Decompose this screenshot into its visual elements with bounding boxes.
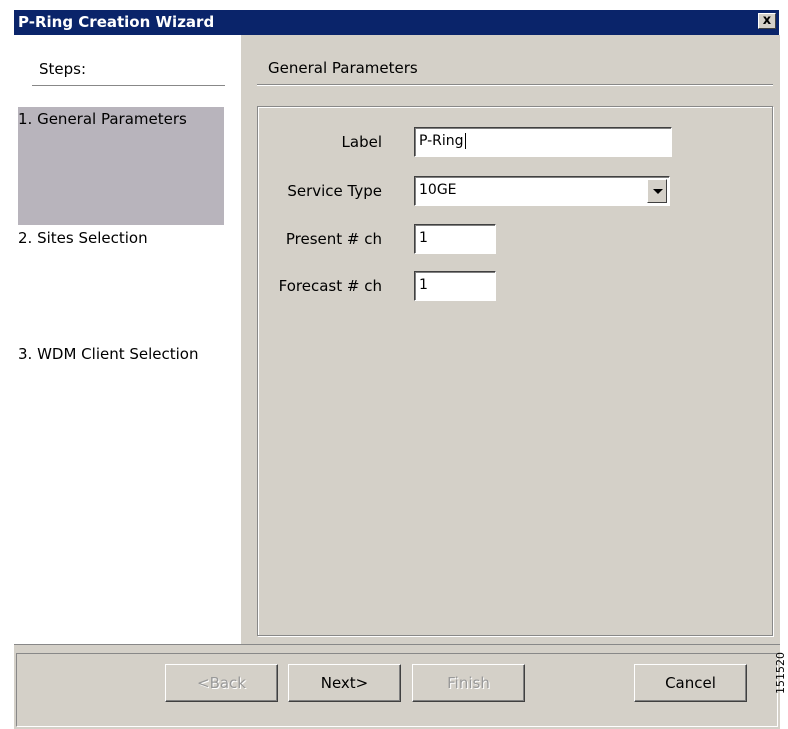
steps-panel: Steps: 1. General Parameters 2. Sites Se… xyxy=(14,35,241,644)
page-title: General Parameters xyxy=(268,59,418,77)
main-panel: General Parameters Label P-Ring Service … xyxy=(241,35,780,644)
chevron-down-icon[interactable] xyxy=(647,179,667,203)
label-input-value: P-Ring xyxy=(419,133,464,149)
step-label: 3. WDM Client Selection xyxy=(18,345,199,363)
title-bar: P-Ring Creation Wizard x xyxy=(14,10,779,35)
forecast-ch-label: Forecast # ch xyxy=(278,277,382,295)
label-field-label: Label xyxy=(341,133,382,151)
close-button[interactable]: x xyxy=(758,13,776,29)
wizard-dialog: Steps: 1. General Parameters 2. Sites Se… xyxy=(14,35,780,729)
present-ch-value: 1 xyxy=(419,230,428,246)
present-ch-label: Present # ch xyxy=(285,230,382,248)
back-button[interactable]: <Back xyxy=(165,664,278,702)
figure-code: 151520 xyxy=(774,652,787,694)
service-type-label: Service Type xyxy=(287,182,382,200)
step-sites-selection: 2. Sites Selection xyxy=(18,229,224,247)
forecast-ch-input[interactable]: 1 xyxy=(414,271,496,301)
step-label: 2. Sites Selection xyxy=(18,229,148,247)
close-icon: x xyxy=(762,13,772,28)
finish-button[interactable]: Finish xyxy=(412,664,525,702)
label-input[interactable]: P-Ring xyxy=(414,127,672,157)
step-label: 1. General Parameters xyxy=(18,110,187,128)
steps-header: Steps: xyxy=(39,60,87,78)
button-bar: <Back Next> Finish Cancel xyxy=(14,644,780,729)
steps-divider xyxy=(32,85,225,86)
button-bar-frame: <Back Next> Finish Cancel xyxy=(16,653,778,727)
parameters-group: Label P-Ring Service Type 10GE Present #… xyxy=(257,106,773,636)
window-title: P-Ring Creation Wizard xyxy=(18,13,215,31)
step-wdm-client-selection: 3. WDM Client Selection xyxy=(18,345,224,363)
present-ch-input[interactable]: 1 xyxy=(414,224,496,254)
forecast-ch-value: 1 xyxy=(419,277,428,293)
cancel-button[interactable]: Cancel xyxy=(634,664,747,702)
next-button[interactable]: Next> xyxy=(288,664,401,702)
service-type-value: 10GE xyxy=(419,182,457,198)
service-type-select[interactable]: 10GE xyxy=(414,176,670,206)
text-cursor xyxy=(464,133,466,149)
step-general-parameters: 1. General Parameters xyxy=(18,107,224,225)
title-divider-highlight xyxy=(257,85,773,86)
